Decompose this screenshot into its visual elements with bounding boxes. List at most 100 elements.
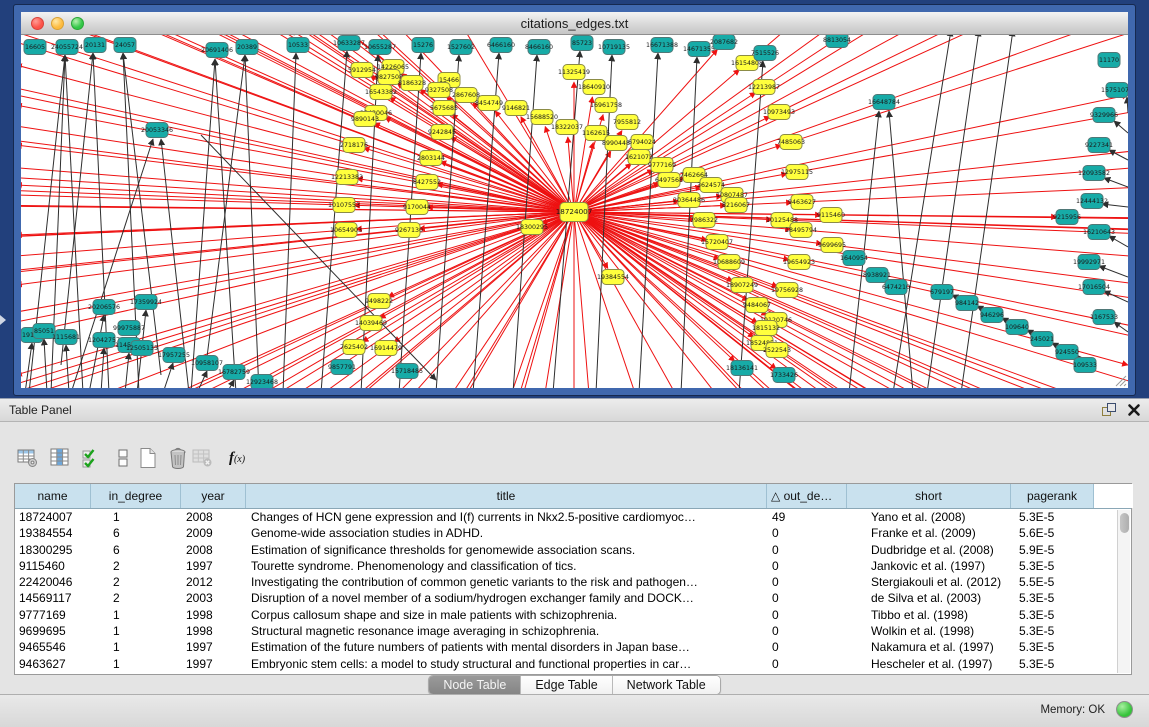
- column-header-short[interactable]: short: [847, 484, 1011, 508]
- graph-node[interactable]: 11325419: [558, 65, 590, 80]
- graph-node[interactable]: 12213987: [748, 80, 780, 95]
- graph-node[interactable]: 9115460: [817, 208, 845, 223]
- graph-node[interactable]: 7485063: [777, 135, 805, 150]
- panel-collapse-arrow-icon[interactable]: [0, 315, 6, 325]
- graph-node[interactable]: 20389: [236, 40, 258, 55]
- table-cell[interactable]: Tourette syndrome. Phenomenology and cla…: [246, 558, 767, 574]
- network-view-window[interactable]: citations_edges.txt 18300295193845545912…: [14, 5, 1135, 395]
- graph-node[interactable]: 2803144: [417, 151, 445, 166]
- graph-node[interactable]: 1733426: [770, 368, 798, 383]
- graph-node[interactable]: 8427552: [413, 175, 441, 190]
- graph-node[interactable]: 8466160: [525, 40, 553, 55]
- table-row[interactable]: 946362711997Embryonic stem cells: a mode…: [15, 656, 1131, 672]
- graph-node[interactable]: 6794024: [628, 135, 656, 150]
- graph-node[interactable]: 12213383: [331, 170, 363, 185]
- window-titlebar[interactable]: citations_edges.txt: [21, 12, 1128, 35]
- network-canvas[interactable]: 1830029519384554591295414226065982750881…: [21, 35, 1128, 388]
- table-panel-header[interactable]: Table Panel: [0, 399, 1149, 422]
- table-row[interactable]: 1830029562008Estimation of significance …: [15, 542, 1131, 558]
- graph-node[interactable]: 946296: [980, 308, 1004, 323]
- table-cell[interactable]: 0: [767, 525, 847, 541]
- table-cell[interactable]: 0: [767, 623, 847, 639]
- graph-node[interactable]: 9498222: [365, 294, 393, 309]
- table-cell[interactable]: 0: [767, 590, 847, 606]
- table-cell[interactable]: 2003: [181, 590, 246, 606]
- graph-node[interactable]: 5675685: [430, 101, 458, 116]
- graph-node[interactable]: 20364486: [673, 193, 705, 208]
- graph-node[interactable]: 19756928: [771, 283, 803, 298]
- graph-node[interactable]: 6474210: [882, 280, 910, 295]
- select-all-icon[interactable]: [79, 445, 105, 471]
- table-row[interactable]: 946554611997Estimation of the future num…: [15, 639, 1131, 655]
- graph-node[interactable]: 245021: [1030, 332, 1054, 347]
- delete-columns-icon[interactable]: [190, 445, 216, 471]
- table-cell[interactable]: 1: [91, 607, 181, 623]
- table-cell[interactable]: 5.3E-5: [1011, 558, 1094, 574]
- graph-node[interactable]: 9215956: [1053, 210, 1081, 225]
- memory-status-indicator-icon[interactable]: [1116, 701, 1133, 718]
- table-cell[interactable]: 2: [91, 574, 181, 590]
- graph-node[interactable]: 15276: [412, 38, 434, 53]
- table-row[interactable]: 2242004622012Investigating the contribut…: [15, 574, 1131, 590]
- table-cell[interactable]: Estimation of the future numbers of pati…: [246, 639, 767, 655]
- table-cell[interactable]: 5.5E-5: [1011, 574, 1094, 590]
- graph-node[interactable]: 9267130: [395, 223, 423, 238]
- graph-node[interactable]: 9327508: [425, 83, 453, 98]
- graph-node[interactable]: 10688609: [713, 255, 745, 270]
- graph-node[interactable]: 11170: [1098, 53, 1120, 68]
- table-cell[interactable]: 9699695: [15, 623, 91, 639]
- column-header-pagerank[interactable]: pagerank: [1011, 484, 1094, 508]
- table-cell[interactable]: 1: [91, 623, 181, 639]
- graph-node[interactable]: 18322037: [551, 120, 583, 135]
- table-row[interactable]: 969969511998Structural magnetic resonanc…: [15, 623, 1131, 639]
- graph-node[interactable]: 99975887: [113, 321, 145, 336]
- graph-node[interactable]: 8454749: [475, 96, 503, 111]
- table-cell[interactable]: 5.3E-5: [1011, 607, 1094, 623]
- table-row[interactable]: 1938455462009Genome-wide association stu…: [15, 525, 1131, 541]
- graph-node[interactable]: 6497568: [655, 173, 683, 188]
- table-cell[interactable]: 9115460: [15, 558, 91, 574]
- table-cell[interactable]: 0: [767, 607, 847, 623]
- table-cell[interactable]: Nakamura et al. (1997): [847, 639, 1011, 655]
- column-header-title[interactable]: title: [246, 484, 767, 508]
- table-cell[interactable]: Disruption of a novel member of a sodium…: [246, 590, 767, 606]
- table-cell[interactable]: 49: [767, 509, 847, 525]
- graph-node[interactable]: 679197: [930, 285, 954, 300]
- graph-node[interactable]: 14039469: [355, 316, 387, 331]
- graph-node[interactable]: 10533: [287, 38, 309, 53]
- graph-node[interactable]: 7986322: [690, 213, 718, 228]
- table-cell[interactable]: Stergiakouli et al. (2012): [847, 574, 1011, 590]
- graph-node[interactable]: 20691406: [201, 43, 233, 58]
- graph-node[interactable]: 1815132: [752, 321, 780, 336]
- graph-node[interactable]: 5912954: [348, 63, 376, 78]
- table-cell[interactable]: Hescheler et al. (1997): [847, 656, 1011, 672]
- minimize-window-icon[interactable]: [51, 17, 64, 30]
- graph-node[interactable]: 8813054: [823, 35, 851, 48]
- table-cell[interactable]: Dudbridge et al. (2008): [847, 542, 1011, 558]
- graph-node[interactable]: 2522543: [763, 343, 791, 358]
- table-cell[interactable]: Embryonic stem cells: a model to study s…: [246, 656, 767, 672]
- column-header-out_de[interactable]: △ out_de…: [767, 484, 847, 508]
- table-cell[interactable]: 5.3E-5: [1011, 590, 1094, 606]
- graph-node[interactable]: 17016504: [1078, 280, 1110, 295]
- table-row[interactable]: 1456911722003Disruption of a novel membe…: [15, 590, 1131, 606]
- table-row[interactable]: 977716911998Corpus callosum shape and si…: [15, 607, 1131, 623]
- table-cell[interactable]: 5.6E-5: [1011, 525, 1094, 541]
- graph-node[interactable]: 20206576: [88, 300, 120, 315]
- graph-node[interactable]: 1527602: [447, 40, 475, 55]
- graph-node[interactable]: 7515526: [751, 46, 779, 61]
- new-table-icon[interactable]: [135, 445, 161, 471]
- citation-network-graph[interactable]: 1830029519384554591295414226065982750881…: [21, 35, 1128, 388]
- resize-grip[interactable]: [1113, 373, 1127, 387]
- graph-node[interactable]: 9777169: [648, 158, 676, 173]
- graph-node[interactable]: 7955812: [613, 115, 641, 130]
- graph-node[interactable]: 109640: [1005, 320, 1029, 335]
- zoom-window-icon[interactable]: [71, 17, 84, 30]
- table-cell[interactable]: 5.9E-5: [1011, 542, 1094, 558]
- node-attribute-table[interactable]: namein_degreeyeartitle△ out_de…shortpage…: [14, 483, 1132, 675]
- graph-node[interactable]: 19654923: [783, 255, 815, 270]
- graph-node[interactable]: 16543382: [365, 85, 397, 100]
- graph-node[interactable]: 9857791: [328, 360, 356, 375]
- table-cell[interactable]: 1998: [181, 607, 246, 623]
- close-window-icon[interactable]: [31, 17, 44, 30]
